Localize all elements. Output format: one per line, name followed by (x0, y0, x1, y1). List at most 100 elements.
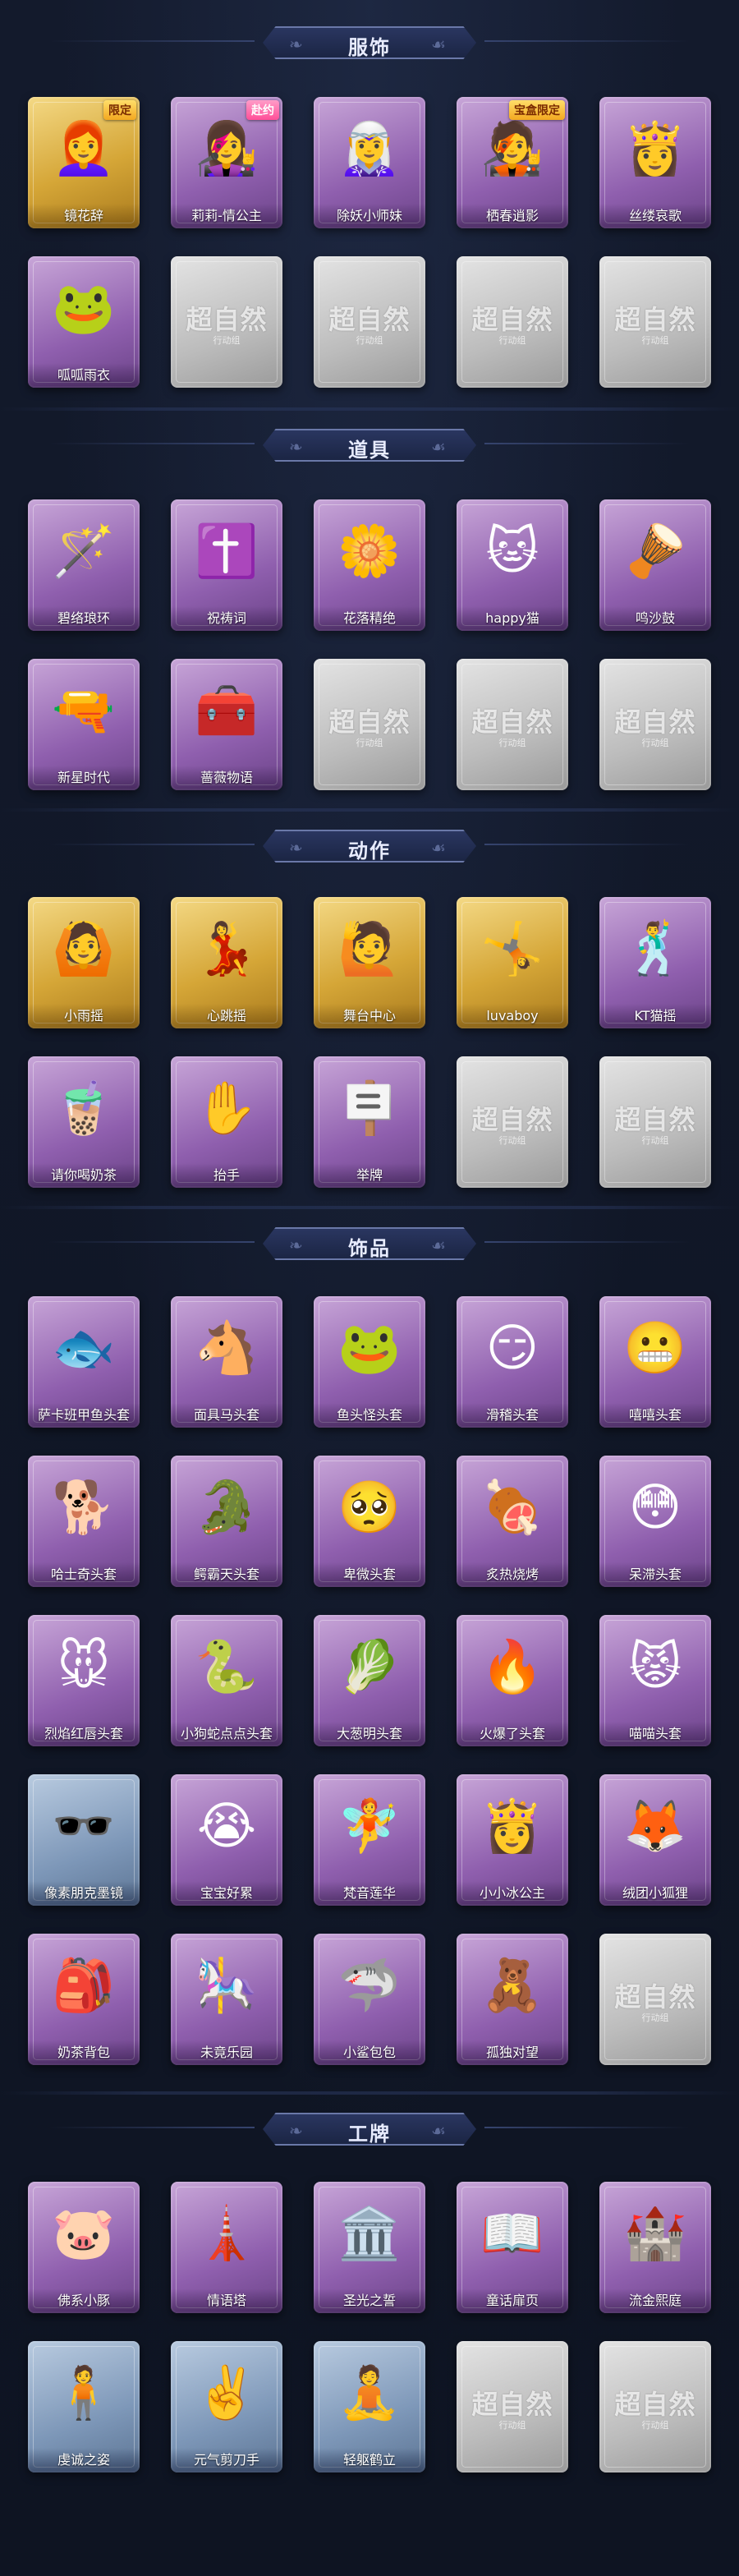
divider-line (49, 1241, 255, 1243)
dance-icon: 💃 (195, 918, 259, 978)
reward-item-card[interactable]: 🥺 卑微头套 (314, 1456, 425, 1587)
locked-item-card[interactable]: 超自然 行动组 (171, 256, 282, 388)
reward-item-card[interactable]: 😏 滑稽头套 (457, 1296, 568, 1428)
fish-monster-icon: 🐸 (337, 1318, 402, 1378)
reward-item-card[interactable]: 🐸 呱呱雨衣 (28, 256, 140, 388)
stage-icon: 🙋 (337, 918, 402, 978)
happy-cat-icon: 🐱 (485, 521, 539, 581)
locked-item-card[interactable]: 超自然 行动组 (599, 1056, 711, 1188)
reward-item-card[interactable]: 🔥 火爆了头套 (457, 1615, 568, 1746)
locked-item-card[interactable]: 超自然 行动组 (457, 659, 568, 790)
reward-item-card[interactable]: 🕶️ 像素朋克墨镜 (28, 1774, 140, 1906)
limited-badge: 赴约 (246, 100, 279, 120)
reward-item-card[interactable]: 🪘 鸣沙鼓 (599, 499, 711, 631)
swordsman-icon: 🧑‍🎤 (480, 118, 544, 178)
reward-item-card[interactable]: 🙆 小雨摇 (28, 897, 140, 1028)
reward-item-card[interactable]: 🥬 大葱明头套 (314, 1615, 425, 1746)
reward-item-card[interactable]: ✌️ 元气剪刀手 (171, 2341, 282, 2472)
locked-item-card[interactable]: 超自然 行动组 (599, 256, 711, 388)
reward-item-card[interactable]: 😬 嘻嘻头套 (599, 1296, 711, 1428)
reward-item-card[interactable]: 🐕 哈士奇头套 (28, 1456, 140, 1587)
reward-item-card[interactable]: 🧰 蔷薇物语 (171, 659, 282, 790)
locked-item-card[interactable]: 超自然 行动组 (599, 1934, 711, 2065)
reward-item-card[interactable]: 🕺 KT猫摇 (599, 897, 711, 1028)
placeholder-logo: 超自然 (328, 706, 411, 738)
item-name: 鱼头怪头套 (314, 1403, 425, 1428)
reward-item-card[interactable]: 🪄 碧络琅环 (28, 499, 140, 631)
reward-item-card[interactable]: 🧍 虔诚之姿 (28, 2341, 140, 2472)
reward-item-card[interactable]: 🏛️ 圣光之誓 (314, 2182, 425, 2313)
item-name: 像素朋克墨镜 (28, 1881, 140, 1906)
reward-item-card[interactable]: 🐍 小狗蛇点点头套 (171, 1615, 282, 1746)
locked-item-card[interactable]: 超自然 行动组 (314, 256, 425, 388)
reward-item-card[interactable]: ✋ 抬手 (171, 1056, 282, 1188)
reward-item-card[interactable]: 😳 呆滞头套 (599, 1456, 711, 1587)
locked-item-card[interactable]: 超自然 行动组 (599, 2341, 711, 2472)
reward-item-card[interactable]: 👩‍🎤 莉莉-情公主 赴约 (171, 97, 282, 228)
reward-item-card[interactable]: 🐊 鳄霸天头套 (171, 1456, 282, 1587)
placeholder-logo: 超自然 (614, 1104, 696, 1135)
reward-item-card[interactable]: 🪧 举牌 (314, 1056, 425, 1188)
reward-item-card[interactable]: 📖 童话扉页 (457, 2182, 568, 2313)
reward-item-card[interactable]: 🦊 绒团小狐狸 (599, 1774, 711, 1906)
reward-item-card[interactable]: 🤸 luvaboy (457, 897, 568, 1028)
reward-item-card[interactable]: 🐷 佛系小豚 (28, 2182, 140, 2313)
item-name: 卑微头套 (314, 1562, 425, 1587)
placeholder-logo: 超自然 (328, 304, 411, 335)
item-name: 小雨摇 (28, 1004, 140, 1028)
reward-item-card[interactable]: 🧝‍♀️ 除妖小师妹 (314, 97, 425, 228)
reward-item-card[interactable]: 🧑‍🎤 栖春逍影 宝盒限定 (457, 97, 568, 228)
reward-item-card[interactable]: 🏰 流金熙庭 (599, 2182, 711, 2313)
placeholder-subtitle: 行动组 (498, 2420, 526, 2431)
reward-item-card[interactable]: 🐭 烈焰红唇头套 (28, 1615, 140, 1746)
reward-item-card[interactable]: 🎠 未竟乐园 (171, 1934, 282, 2065)
swirl-ornament-icon: ❧ (289, 838, 303, 858)
limited-badge: 限定 (103, 100, 136, 120)
item-name: 心跳摇 (171, 1004, 282, 1028)
placeholder-subtitle: 行动组 (213, 335, 241, 346)
reward-item-card[interactable]: 👸 丝缕哀歌 (599, 97, 711, 228)
reward-item-card[interactable]: 🧚 梵音莲华 (314, 1774, 425, 1906)
reward-item-card[interactable]: 🗼 情语塔 (171, 2182, 282, 2313)
reward-item-card[interactable]: 👩‍🦰 镜花辞 限定 (28, 97, 140, 228)
item-name: 小小冰公主 (457, 1881, 568, 1906)
section-separator (0, 407, 739, 411)
locked-item-card[interactable]: 超自然 行动组 (457, 1056, 568, 1188)
reward-item-card[interactable]: 🎒 奶茶背包 (28, 1934, 140, 2065)
golden-court-card-icon: 🏰 (623, 2203, 687, 2263)
reward-item-card[interactable]: 🧘 轻躯鹤立 (314, 2341, 425, 2472)
reward-item-card[interactable]: 🔫 新星时代 (28, 659, 140, 790)
revolver-icon: 🔫 (52, 680, 116, 740)
section-header: 饰品 ❧ ☙ (0, 1217, 739, 1267)
item-name: 除妖小师妹 (314, 204, 425, 228)
locked-item-card[interactable]: 超自然 行动组 (457, 2341, 568, 2472)
item-name: 蔷薇物语 (171, 766, 282, 790)
reward-item-card[interactable]: 🌼 花落精绝 (314, 499, 425, 631)
item-name: 虔诚之姿 (28, 2448, 140, 2472)
item-name: 元气剪刀手 (171, 2448, 282, 2472)
reward-item-card[interactable]: ✝️ 祝祷词 (171, 499, 282, 631)
pink-hair-girl-icon: 👩‍🎤 (195, 118, 259, 178)
reward-item-card[interactable]: 🐴 面具马头套 (171, 1296, 282, 1428)
reward-item-card[interactable]: 🙋 舞台中心 (314, 897, 425, 1028)
reward-item-card[interactable]: 😾 喵喵头套 (599, 1615, 711, 1746)
locked-item-card[interactable]: 超自然 行动组 (457, 256, 568, 388)
reward-item-card[interactable]: 🐸 鱼头怪头套 (314, 1296, 425, 1428)
locked-item-card[interactable]: 超自然 行动组 (599, 659, 711, 790)
reward-item-card[interactable]: 😭 宝宝好累 (171, 1774, 282, 1906)
reward-item-card[interactable]: 🧸 孤独对望 (457, 1934, 568, 2065)
item-name: 大葱明头套 (314, 1722, 425, 1746)
locked-item-card[interactable]: 超自然 行动组 (314, 659, 425, 790)
reward-item-card[interactable]: 💃 心跳摇 (171, 897, 282, 1028)
placeholder-logo: 超自然 (614, 706, 696, 738)
reward-item-card[interactable]: 🍖 炙热烧烤 (457, 1456, 568, 1587)
reward-item-card[interactable]: 🐱 happy猫 (457, 499, 568, 631)
divider-line (49, 443, 255, 444)
swirl-ornament-icon: ❧ (289, 1235, 303, 1255)
reward-item-card[interactable]: 👸 小小冰公主 (457, 1774, 568, 1906)
reward-item-card[interactable]: 🦈 小鲨包包 (314, 1934, 425, 2065)
reward-item-card[interactable]: 🧋 请你喝奶茶 (28, 1056, 140, 1188)
reward-item-card[interactable]: 🐟 萨卡班甲鱼头套 (28, 1296, 140, 1428)
item-name: KT猫摇 (599, 1004, 711, 1028)
divider-line (49, 844, 255, 845)
